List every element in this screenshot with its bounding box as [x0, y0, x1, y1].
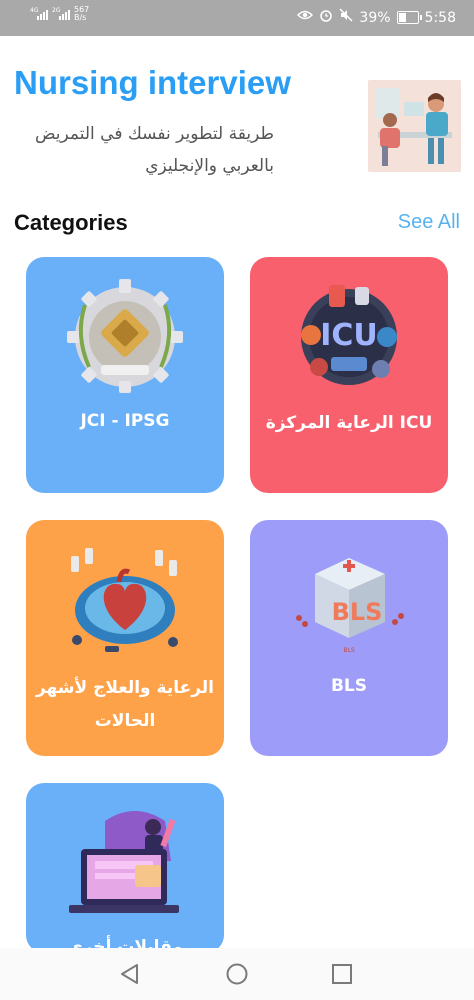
category-label-icu: الرعاية المركزة ICU — [265, 413, 433, 433]
home-circle-icon[interactable] — [225, 962, 249, 986]
nurse-interview-illustration-icon — [368, 80, 461, 172]
mute-icon — [339, 8, 353, 27]
status-right: 39% 5:58 — [297, 8, 456, 27]
category-card-other[interactable]: مقابلات أخرى — [26, 783, 224, 953]
back-triangle-icon[interactable] — [118, 962, 142, 986]
signal-icon-2: 2G — [52, 6, 70, 20]
battery-percent: 39% — [359, 9, 391, 26]
status-bar: 4G 2G 567 B/s 39% 5:58 — [0, 0, 474, 36]
battery-icon — [396, 11, 422, 24]
recents-square-icon[interactable] — [330, 962, 354, 986]
system-nav-bar — [0, 948, 474, 1000]
svg-text:ICU: ICU — [320, 318, 378, 353]
categories-heading: Categories — [14, 210, 128, 235]
signal-icon: 4G — [30, 6, 48, 20]
category-card-bls[interactable]: BLS BLS BLS — [250, 520, 448, 756]
network-speed: 567 B/s — [74, 6, 89, 22]
speed-unit: B/s — [74, 13, 87, 22]
see-all-link[interactable]: See All — [398, 211, 460, 234]
laptop-interview-illustration-icon — [69, 811, 179, 913]
page-title: Nursing interview — [14, 64, 291, 101]
jci-ipsg-gear-emblem-icon — [67, 279, 183, 393]
heart-medical-illustration-icon — [71, 548, 178, 652]
category-card-treatment[interactable]: الرعاية والعلاج لأشهر الحالات — [26, 520, 224, 756]
page-subtitle: طريقة لتطوير نفسك في التمريض بالعربي وال… — [34, 124, 274, 176]
network-type-label: 4G — [30, 7, 39, 14]
battery-fill — [398, 13, 407, 22]
alarm-icon — [319, 8, 333, 27]
category-label-treatment: الرعاية والعلاج لأشهر الحالات — [35, 678, 215, 731]
category-card-icu[interactable]: ICU الرعاية المركزة ICU — [250, 257, 448, 493]
network-type-label-2: 2G — [52, 7, 61, 14]
status-left: 4G 2G 567 B/s — [30, 6, 89, 22]
category-label-bls: BLS — [330, 676, 368, 696]
icu-equipment-illustration-icon: ICU — [301, 285, 397, 385]
bls-cube-illustration-icon: BLS BLS — [296, 558, 404, 654]
category-label-jci: JCI - IPSG — [80, 411, 170, 431]
svg-text:BLS: BLS — [332, 598, 383, 626]
clock: 5:58 — [424, 9, 456, 26]
eye-icon — [297, 9, 314, 26]
category-card-jci[interactable]: JCI - IPSG — [26, 257, 224, 493]
svg-text:BLS: BLS — [343, 647, 354, 654]
